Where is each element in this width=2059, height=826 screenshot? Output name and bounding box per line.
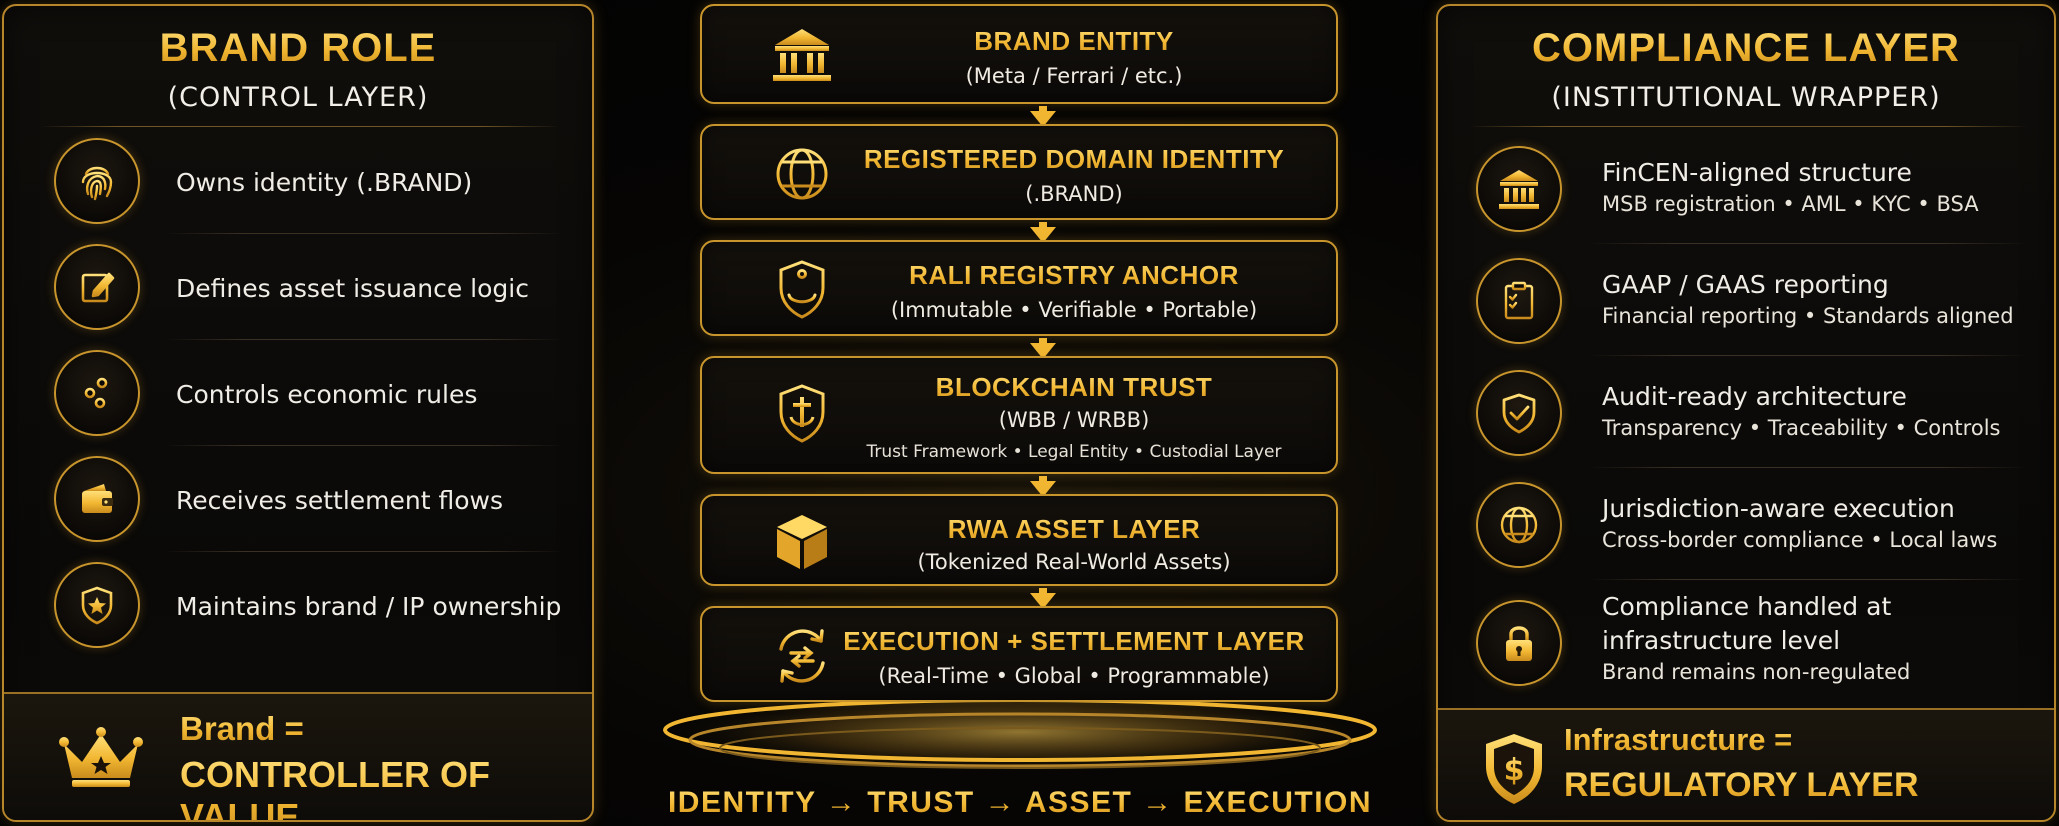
institution-icon — [1476, 146, 1562, 232]
compliance-layer-panel: COMPLIANCE LAYER (INSTITUTIONAL WRAPPER)… — [1436, 4, 2056, 822]
panel-subtitle: (CONTROL LAYER) — [167, 82, 429, 113]
crown-icon — [56, 722, 146, 792]
infrastructure-footer: $ Infrastructure = REGULATORY LAYER — [1438, 708, 2054, 820]
panel-subtitle: (INSTITUTIONAL WRAPPER) — [1551, 82, 1941, 113]
item-detail: Brand remains non-regulated — [1602, 660, 1911, 684]
flow-sequence: IDENTITY → TRUST → ASSET → EXECUTION — [650, 786, 1390, 820]
brand-role-panel: BRAND ROLE (CONTROL LAYER) Owns identity… — [2, 4, 594, 822]
shield-dollar-icon: $ — [1478, 730, 1550, 808]
item-detail: MSB registration • AML • KYC • BSA — [1602, 192, 1979, 216]
item-detail: Financial reporting • Standards aligned — [1602, 304, 2014, 328]
item-label: Audit-ready architecture — [1602, 382, 1907, 411]
layer-subtitle: (WBB / WRBB) — [998, 408, 1150, 432]
layer-subtitle: (Tokenized Real-World Assets) — [917, 550, 1231, 574]
item-label: Receives settlement flows — [176, 486, 504, 515]
list-item: Owns identity (.BRAND) — [4, 128, 592, 234]
lock-icon — [1476, 600, 1562, 686]
layer-title: RALI REGISTRY ANCHOR — [812, 260, 1336, 291]
list-item: Audit-ready architecture Transparency • … — [1438, 356, 2054, 468]
layer-title: EXECUTION + SETTLEMENT LAYER — [812, 626, 1336, 657]
layer-rwa-asset: RWA ASSET LAYER (Tokenized Real-World As… — [700, 494, 1338, 586]
layer-subtitle: (Meta / Ferrari / etc.) — [965, 64, 1183, 88]
item-detail: Cross-border compliance • Local laws — [1602, 528, 1998, 552]
item-text: FinCEN-aligned structure MSB registratio… — [1602, 156, 1979, 216]
panel-title: BRAND ROLE — [4, 26, 592, 71]
footer-line2: CONTROLLER OF VALUE — [180, 754, 592, 820]
divider — [1468, 126, 2028, 127]
layer-brand-entity: BRAND ENTITY (Meta / Ferrari / etc.) — [700, 4, 1338, 104]
layer-blockchain-trust: BLOCKCHAIN TRUST (WBB / WRBB) Trust Fram… — [700, 356, 1338, 474]
list-item: Jurisdiction-aware execution Cross-borde… — [1438, 468, 2054, 580]
layer-registered-domain: REGISTERED DOMAIN IDENTITY (.BRAND) — [700, 124, 1338, 220]
layer-subtitle: (.BRAND) — [1025, 182, 1123, 206]
clipboard-check-icon — [1476, 258, 1562, 344]
divider — [40, 126, 560, 127]
panel-title: COMPLIANCE LAYER — [1438, 26, 2054, 71]
brand-footer: Brand = CONTROLLER OF VALUE — [4, 692, 592, 820]
shield-check-icon — [1476, 370, 1562, 456]
item-label: FinCEN-aligned structure — [1602, 158, 1912, 187]
list-item: Compliance handled at infrastructure lev… — [1438, 580, 2054, 710]
footer-line1: Brand = — [180, 710, 304, 747]
sliders-icon — [54, 350, 140, 436]
layer-rali-registry: RALI REGISTRY ANCHOR (Immutable • Verifi… — [700, 240, 1338, 336]
item-text: GAAP / GAAS reporting Financial reportin… — [1602, 268, 2014, 328]
item-label: GAAP / GAAS reporting — [1602, 270, 1889, 299]
item-label: Compliance handled at — [1602, 592, 1892, 621]
layer-execution-settlement: EXECUTION + SETTLEMENT LAYER (Real-Time … — [700, 606, 1338, 702]
item-label: Owns identity (.BRAND) — [176, 168, 473, 197]
layer-title: REGISTERED DOMAIN IDENTITY — [812, 144, 1336, 175]
footer-line2: REGULATORY LAYER — [1564, 766, 1919, 804]
list-item: Receives settlement flows — [4, 446, 592, 552]
layer-subtitle: (Real-Time • Global • Programmable) — [878, 664, 1270, 688]
shield-star-icon — [54, 562, 140, 648]
layer-subtitle: (Immutable • Verifiable • Portable) — [890, 298, 1258, 322]
item-label: Maintains brand / IP ownership — [176, 592, 562, 621]
footer-line1: Infrastructure = — [1564, 722, 1793, 757]
layer-title: BRAND ENTITY — [812, 26, 1336, 57]
item-label: Jurisdiction-aware execution — [1602, 494, 1955, 523]
item-detail: Transparency • Traceability • Controls — [1602, 416, 2001, 440]
diagram-stage: BRAND ROLE (CONTROL LAYER) Owns identity… — [0, 0, 2059, 826]
pedestal-disc — [660, 692, 1380, 772]
fingerprint-icon — [54, 138, 140, 224]
list-item: Defines asset issuance logic — [4, 234, 592, 340]
layer-title: RWA ASSET LAYER — [812, 514, 1336, 545]
list-item: Controls economic rules — [4, 340, 592, 446]
list-item: Maintains brand / IP ownership — [4, 552, 592, 658]
item-label: Defines asset issuance logic — [176, 274, 529, 303]
layer-title: BLOCKCHAIN TRUST — [812, 372, 1336, 403]
edit-document-icon — [54, 244, 140, 330]
wallet-icon — [54, 456, 140, 542]
list-item: FinCEN-aligned structure MSB registratio… — [1438, 132, 2054, 244]
item-text: Jurisdiction-aware execution Cross-borde… — [1602, 492, 1997, 552]
item-text: Audit-ready architecture Transparency • … — [1602, 380, 2000, 440]
globe-icon — [1476, 482, 1562, 568]
layer-detail: Trust Framework • Legal Entity • Custodi… — [866, 442, 1282, 462]
item-label-line2: infrastructure level — [1602, 626, 1841, 655]
svg-text:$: $ — [1504, 753, 1525, 788]
list-item: GAAP / GAAS reporting Financial reportin… — [1438, 244, 2054, 356]
item-label: Controls economic rules — [176, 380, 478, 409]
item-text: Compliance handled at infrastructure lev… — [1602, 590, 1910, 684]
